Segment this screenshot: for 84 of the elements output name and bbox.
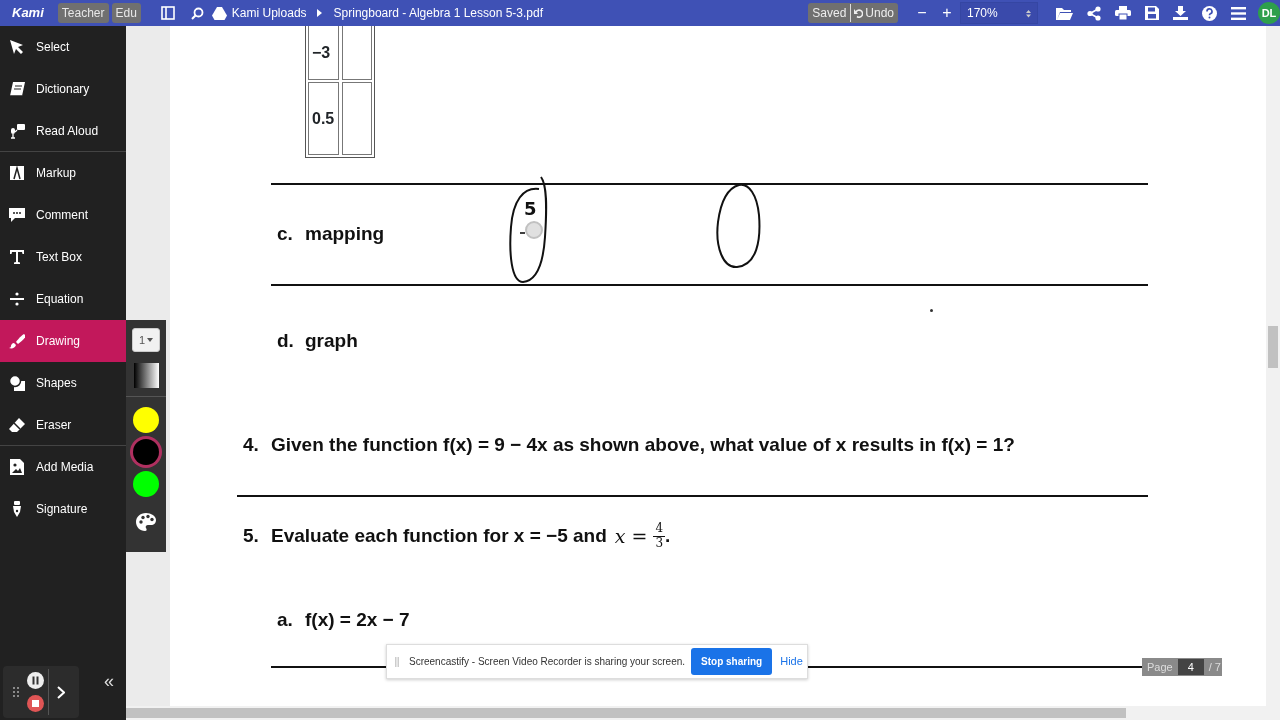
zoom-select[interactable]: 170%	[960, 2, 1038, 24]
opacity-swatch[interactable]	[133, 363, 159, 388]
account-badge: Edu	[111, 3, 141, 23]
sidebar-toggle-icon[interactable]	[161, 6, 176, 20]
page-label: Page	[1147, 659, 1173, 675]
hide-link[interactable]: Hide	[780, 653, 803, 670]
palette-icon[interactable]	[136, 512, 156, 531]
page-number-field[interactable]: 4	[1177, 658, 1204, 676]
tool-item[interactable]: Shapes	[0, 362, 126, 404]
item-label: 4.	[243, 433, 260, 458]
search-icon[interactable]	[190, 6, 204, 20]
page-total: / 7	[1208, 659, 1221, 675]
pointer-cursor	[525, 221, 543, 239]
download-icon[interactable]	[1173, 6, 1188, 20]
ink-dot	[930, 309, 933, 312]
tool-item[interactable]: Comment	[0, 194, 126, 236]
print-icon[interactable]	[1114, 6, 1131, 20]
item-label: a.	[277, 608, 294, 633]
horizontal-scrollbar[interactable]	[126, 706, 1280, 720]
handwritten-digit: 5	[524, 198, 537, 219]
cursor-icon	[9, 39, 25, 55]
highlighter-icon	[9, 165, 25, 181]
tool-item[interactable]: Markup	[0, 152, 126, 194]
stop-icon[interactable]	[27, 695, 44, 712]
eraser-icon	[9, 416, 25, 433]
comment-icon	[9, 207, 25, 223]
stroke-size-dropdown[interactable]: 1	[132, 328, 160, 352]
tool-item[interactable]: Dictionary	[0, 68, 126, 110]
image-file-icon	[9, 459, 25, 475]
chevron-right-icon[interactable]	[57, 685, 65, 699]
vertical-scrollbar[interactable]	[1266, 26, 1280, 706]
table-cell	[341, 26, 372, 80]
undo-icon	[854, 8, 864, 18]
save-status: Saved	[812, 5, 847, 22]
menu-icon[interactable]	[1231, 6, 1246, 20]
item-label: c.	[277, 222, 294, 247]
item-label: d.	[277, 328, 295, 353]
tool-item[interactable]: Text Box	[0, 236, 126, 278]
spinner-arrows-icon	[1026, 8, 1031, 18]
item-text: mapping	[305, 222, 385, 247]
share-message: Screencastify - Screen Video Recorder is sharing your screen.	[409, 655, 686, 669]
tool-item[interactable]: Add Media	[0, 446, 126, 488]
table-cell: 0.5	[308, 82, 339, 155]
collapse-button[interactable]: «	[104, 672, 114, 690]
tool-item[interactable]: Drawing	[0, 320, 126, 362]
caret-icon	[147, 338, 154, 342]
ink-mark	[519, 232, 526, 234]
stop-sharing-button[interactable]: Stop sharing	[691, 648, 773, 675]
undo-button[interactable]: Undo	[850, 4, 894, 22]
period: .	[665, 523, 671, 548]
tool-item[interactable]: Select	[0, 26, 126, 68]
tool-item[interactable]: Signature	[0, 488, 126, 530]
drag-handle-icon	[395, 657, 399, 668]
microphone-speech-icon	[9, 122, 25, 139]
account-badge: Teacher	[57, 3, 109, 23]
scrollbar-thumb[interactable]	[1268, 326, 1278, 368]
item-text: graph	[305, 328, 358, 353]
file-name: Springboard - Algebra 1 Lesson 5-3.pdf	[333, 5, 544, 22]
color-swatch[interactable]	[133, 439, 159, 465]
book-icon	[9, 81, 25, 97]
folder-icon[interactable]	[1056, 6, 1073, 20]
item-text: Evaluate each function for x = −5 and	[271, 523, 607, 548]
color-swatch[interactable]	[133, 471, 159, 497]
zoom-out-button[interactable]: −	[910, 0, 934, 26]
help-icon[interactable]	[1202, 5, 1217, 21]
zoom-in-button[interactable]: +	[934, 0, 960, 26]
item-label: 5.	[243, 523, 260, 548]
caret-icon	[316, 9, 322, 17]
share-icon[interactable]	[1086, 5, 1101, 21]
divide-icon	[9, 291, 25, 307]
item-text: f(x) = 2x − 7	[305, 608, 410, 633]
shapes-icon	[9, 375, 25, 391]
folder-link[interactable]: Kami Uploads	[231, 4, 307, 22]
pause-icon[interactable]	[27, 672, 44, 689]
scrollbar-thumb[interactable]	[126, 708, 1126, 718]
app-logo: Kami	[12, 4, 44, 23]
color-swatch[interactable]	[133, 407, 159, 433]
table-cell: −3	[308, 26, 339, 80]
tool-item[interactable]: Equation	[0, 278, 126, 320]
item-text: Given the function f(x) = 9 − 4x as shown above, what value of x results in f(x) = 1?	[271, 433, 1015, 458]
text-icon	[9, 249, 25, 265]
brush-icon	[9, 333, 25, 349]
save-icon[interactable]	[1144, 6, 1159, 20]
drag-handle-icon	[13, 687, 19, 697]
